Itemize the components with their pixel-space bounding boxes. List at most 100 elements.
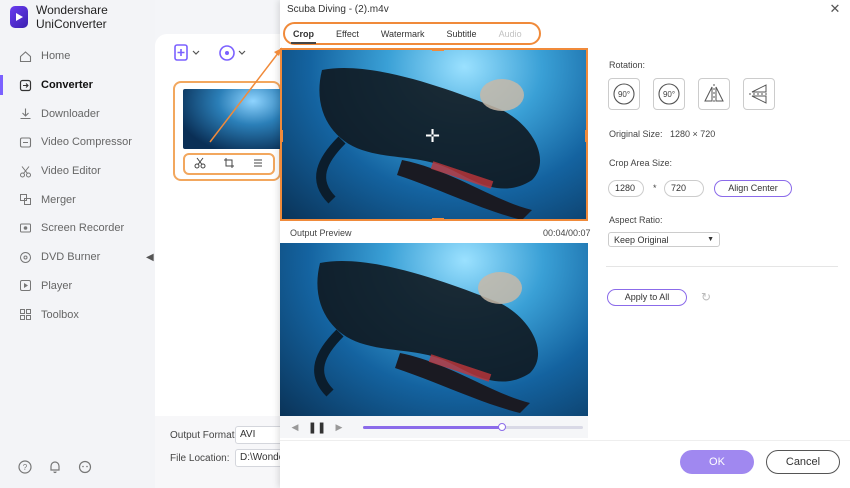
rotate-ccw-text: 90° <box>663 90 675 99</box>
sidebar-item-video-compressor[interactable]: Video Compressor <box>0 128 155 157</box>
rotate-cw-text: 90° <box>618 90 630 99</box>
play-icon <box>18 279 32 293</box>
video-frame: ✛ <box>282 50 586 219</box>
scissors-icon <box>18 164 32 178</box>
crop-dialog: Scuba Diving - (2).m4v ✕ Crop Effect Water… <box>280 0 850 488</box>
rotation-label: Rotation: <box>609 60 646 70</box>
move-crosshair-icon[interactable]: ✛ <box>425 126 440 147</box>
settings-divider <box>606 266 838 267</box>
sidebar-item-dvd-burner[interactable]: DVD Burner <box>0 243 155 272</box>
sidebar-item-screen-recorder[interactable]: Screen Recorder <box>0 214 155 243</box>
app-header: Wondershare UniConverter <box>10 3 155 31</box>
playback-progress-fill <box>363 426 502 429</box>
rotate-counterclockwise-button[interactable]: 90° <box>653 78 685 110</box>
home-icon <box>18 49 32 63</box>
aspect-ratio-value: Keep Original <box>614 234 669 245</box>
help-icon[interactable]: ? <box>18 460 32 477</box>
align-center-button[interactable]: Align Center <box>714 180 792 197</box>
next-frame-icon[interactable]: ▶ <box>332 420 346 434</box>
aspect-ratio-select[interactable]: Keep Original ▼ <box>608 232 720 247</box>
sidebar-item-label: Home <box>41 50 71 63</box>
main-toolbar <box>173 44 247 65</box>
converter-icon <box>18 78 32 92</box>
sidebar: Wondershare UniConverter Home Converter Do… <box>0 0 155 488</box>
output-format-label: Output Format: <box>170 430 238 441</box>
trim-scissors-icon[interactable] <box>194 157 206 172</box>
thumbnail-tools <box>183 153 275 175</box>
crop-icon[interactable] <box>223 157 235 172</box>
output-settings: Output Format: AVI File Location: D:\Won… <box>155 416 285 488</box>
app-logo-icon <box>10 6 28 28</box>
dialog-title: Scuba Diving - (2).m4v <box>287 4 389 15</box>
output-preview-video <box>280 243 588 416</box>
flip-horizontal-button[interactable] <box>698 78 730 110</box>
video-thumbnail <box>183 89 283 149</box>
playback-controls: ◀ ❚❚ ▶ <box>280 416 588 438</box>
tab-watermark[interactable]: Watermark <box>379 25 427 43</box>
sidebar-bottom-icons: ? <box>18 460 92 477</box>
previous-frame-icon[interactable]: ◀ <box>288 420 302 434</box>
sidebar-item-converter[interactable]: Converter <box>0 71 155 100</box>
grid-icon <box>18 308 32 322</box>
ok-button[interactable]: OK <box>680 450 754 474</box>
sidebar-item-label: Video Compressor <box>41 136 132 149</box>
sidebar-item-label: Screen Recorder <box>41 222 125 235</box>
original-size-value: 1280 × 720 <box>670 129 716 139</box>
download-icon <box>18 107 32 121</box>
crop-handle-bottom[interactable] <box>432 218 444 219</box>
time-readout: 00:04/00:07 <box>543 228 591 238</box>
rotation-buttons: 90° 90° <box>608 78 775 110</box>
sidebar-item-home[interactable]: Home <box>0 42 155 71</box>
crop-handle-top[interactable] <box>432 50 444 51</box>
aspect-ratio-label: Aspect Ratio: <box>609 215 663 225</box>
sidebar-nav: Home Converter Downloader Video Compressor V… <box>0 42 155 329</box>
sidebar-item-label: Video Editor <box>41 165 101 178</box>
reset-refresh-icon[interactable]: ↻ <box>701 290 715 304</box>
crop-settings-panel: Rotation: 90° 90° Original Size: 1280 × … <box>606 0 850 440</box>
tab-effect[interactable]: Effect <box>334 25 361 43</box>
effects-menu-icon[interactable] <box>252 157 264 172</box>
crop-width-input[interactable]: 1280 <box>608 180 644 197</box>
sidebar-item-video-editor[interactable]: Video Editor <box>0 157 155 186</box>
sidebar-item-toolbox[interactable]: Toolbox <box>0 300 155 329</box>
file-location-field[interactable]: D:\Wonde <box>235 449 285 467</box>
sidebar-item-label: Merger <box>41 193 76 206</box>
sidebar-item-label: Downloader <box>41 107 100 120</box>
app-title: Wondershare UniConverter <box>35 3 108 31</box>
disc-icon <box>18 250 32 264</box>
crop-height-input[interactable]: 720 <box>664 180 704 197</box>
tab-audio: Audio <box>498 28 522 39</box>
feedback-icon[interactable] <box>78 460 92 477</box>
tab-crop[interactable]: Crop <box>291 25 316 44</box>
playback-slider[interactable] <box>363 423 583 431</box>
add-file-button[interactable] <box>173 44 201 65</box>
compress-icon <box>18 135 32 149</box>
svg-text:?: ? <box>23 463 28 472</box>
output-format-select[interactable]: AVI <box>235 426 285 444</box>
flip-vertical-button[interactable] <box>743 78 775 110</box>
original-size-label: Original Size: <box>609 129 663 139</box>
rotate-clockwise-button[interactable]: 90° <box>608 78 640 110</box>
sidebar-item-downloader[interactable]: Downloader <box>0 99 155 128</box>
cancel-button[interactable]: Cancel <box>766 450 840 474</box>
pause-icon[interactable]: ❚❚ <box>308 420 326 434</box>
playback-knob[interactable] <box>497 423 506 431</box>
crop-video-area[interactable]: ✛ <box>280 48 588 221</box>
editor-tabs: Crop Effect Watermark Subtitle Audio <box>283 22 541 45</box>
crop-handle-left[interactable] <box>282 130 283 142</box>
output-preview-label: Output Preview <box>290 228 352 238</box>
record-icon <box>18 221 32 235</box>
video-thumbnail-card[interactable] <box>173 81 283 181</box>
sidebar-item-player[interactable]: Player <box>0 272 155 301</box>
crop-handle-right[interactable] <box>585 130 586 142</box>
sidebar-item-merger[interactable]: Merger <box>0 185 155 214</box>
notification-bell-icon[interactable] <box>48 460 62 477</box>
sidebar-item-label: Toolbox <box>41 308 79 321</box>
sidebar-item-label: Player <box>41 279 73 292</box>
add-dvd-button[interactable] <box>219 44 247 65</box>
crop-size-separator: * <box>653 183 657 193</box>
tab-subtitle[interactable]: Subtitle <box>445 25 479 43</box>
apply-to-all-button[interactable]: Apply to All <box>607 289 687 306</box>
preview-frame <box>280 243 588 416</box>
sidebar-item-label: Converter <box>41 79 93 92</box>
